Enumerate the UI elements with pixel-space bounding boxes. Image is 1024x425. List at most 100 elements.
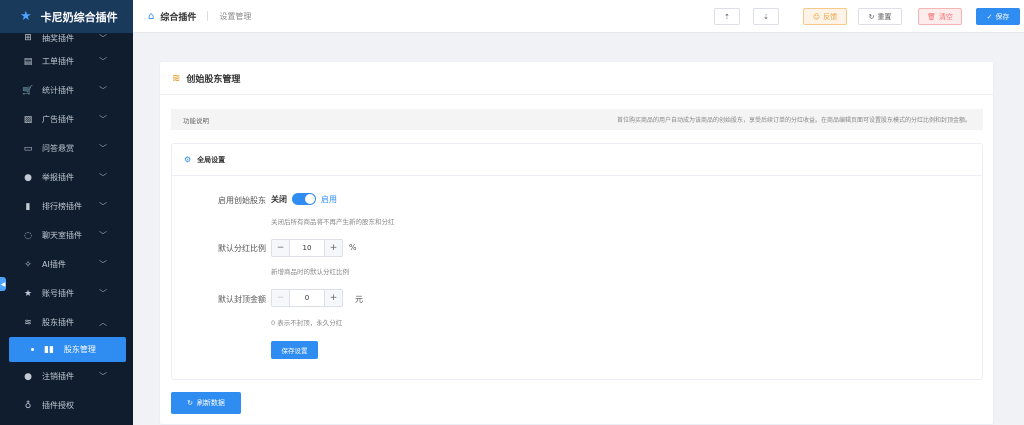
sidebar-subitem-shareholder-management[interactable]: ▮▮ 股东管理 — [9, 337, 126, 362]
key-icon: ♁ — [24, 400, 32, 411]
chevron-down-icon: ﹀ — [99, 86, 107, 95]
warning-icon: ● — [24, 172, 32, 183]
feedback-button[interactable]: ☺ 反馈 — [803, 8, 847, 25]
sidebar-item-label: AI插件 — [42, 260, 66, 269]
global-settings-title: 全局设置 — [197, 155, 226, 164]
reset-button[interactable]: ↻ 重置 — [858, 8, 902, 25]
chevron-down-icon: ﹀ — [99, 34, 107, 43]
database-icon: ≋ — [172, 72, 181, 84]
ratio-unit: % — [349, 243, 357, 252]
save-settings-button[interactable]: 保存设置 — [271, 341, 318, 359]
save-button[interactable]: ✓ 保存 — [976, 8, 1020, 25]
feature-description: 功能说明 首位购买商品的用户自动成为该商品的创始股东，享受后续订单的分红收益。在… — [171, 109, 983, 130]
ratio-label: 默认分红比例 — [218, 244, 266, 253]
cap-unit: 元 — [355, 295, 363, 304]
sidebar-item-after-1[interactable]: ♁ 插件授权 — [0, 391, 133, 420]
sidebar-item-main-2[interactable]: 🛒 统计插件 ﹀ — [0, 76, 133, 105]
sidebar-item-label: 股东插件 — [42, 318, 74, 327]
refresh-label: 刷新数据 — [196, 399, 225, 407]
breadcrumb: ⌂ 综合插件 设置管理 — [133, 10, 251, 23]
app-brand[interactable]: ★ 卡尼奶综合插件 — [0, 0, 133, 33]
sidebar-item-main-5[interactable]: ● 举报插件 ﹀ — [0, 163, 133, 192]
collapse-sidebar-handle[interactable]: ◀ — [0, 277, 6, 291]
chevron-down-icon: ﹀ — [99, 202, 107, 211]
sidebar-item-main-6[interactable]: ▮ 排行榜插件 ﹀ — [0, 192, 133, 221]
sidebar-item-label: 抽奖插件 — [42, 34, 74, 43]
upload-button[interactable]: ⇡ — [714, 8, 740, 25]
save-label: 保存 — [995, 12, 1010, 21]
sidebar-item-main-10[interactable]: ≋ 股东插件 ︿ — [0, 308, 133, 337]
bar-chart-icon: ▮ — [25, 201, 31, 212]
ai-icon: ✧ — [24, 259, 32, 270]
cap-input[interactable]: 0 — [290, 290, 324, 306]
sidebar-subitem-label: 股东管理 — [63, 345, 96, 354]
database-icon: ≋ — [24, 317, 32, 328]
clear-button[interactable]: 🗑 清空 — [918, 8, 962, 25]
star-icon: ★ — [23, 288, 33, 299]
refresh-data-button[interactable]: ↻ 刷新数据 — [171, 392, 241, 414]
sidebar-item-main-8[interactable]: ✧ AI插件 ﹀ — [0, 250, 133, 279]
sidebar-item-label: 工单插件 — [42, 57, 74, 66]
ratio-stepper: − 10 + — [271, 239, 343, 257]
cap-decrement-button[interactable]: − — [272, 290, 290, 306]
breadcrumb-current: 设置管理 — [219, 11, 252, 21]
enable-hint: 关闭后所有商品将不再产生新的股东和分红 — [271, 218, 395, 226]
reset-icon: ↻ — [868, 12, 875, 21]
user-icon: ● — [24, 371, 32, 382]
chevron-down-icon: ﹀ — [99, 372, 107, 381]
feedback-icon: ☺ — [812, 12, 821, 21]
chevron-down-icon: ﹀ — [99, 144, 107, 153]
chevron-down-icon: ﹀ — [99, 260, 107, 269]
download-button[interactable]: ⇣ — [753, 8, 779, 25]
toggle-knob — [305, 194, 315, 204]
cap-label: 默认封顶金额 — [218, 295, 266, 304]
download-icon: ⇣ — [763, 12, 769, 21]
chevron-down-icon: ﹀ — [99, 57, 107, 66]
sidebar-item-main-1[interactable]: ▤ 工单插件 ﹀ — [0, 47, 133, 76]
sidebar-menu: ⊞ 抽奖插件 ﹀ ▤ 工单插件 ﹀ 🛒 统计插件 ﹀ ▨ 广告插件 ﹀ ▭ 问答悬赏 ﹀ ● 举报插件 ﹀ ▮ 排行榜… — [0, 33, 133, 420]
sidebar-item-label: 排行榜插件 — [42, 202, 82, 211]
cap-increment-button[interactable]: + — [324, 290, 342, 306]
reset-label: 重置 — [877, 12, 892, 21]
sidebar-item-label: 统计插件 — [42, 86, 74, 95]
sidebar-item-label: 问答悬赏 — [42, 144, 74, 153]
ratio-decrement-button[interactable]: − — [272, 240, 290, 256]
sidebar-item-main-7[interactable]: ◌ 聊天室插件 ﹀ — [0, 221, 133, 250]
switch-on-label[interactable]: 启用 — [321, 194, 337, 205]
star-logo-icon: ★ — [20, 9, 32, 24]
chevron-down-icon: ﹀ — [99, 231, 107, 240]
check-icon: ✓ — [986, 12, 993, 21]
app-title: 卡尼奶综合插件 — [40, 10, 118, 24]
home-icon[interactable]: ⌂ — [148, 11, 154, 22]
sidebar: ★ 卡尼奶综合插件 ⊞ 抽奖插件 ﹀ ▤ 工单插件 ﹀ 🛒 统计插件 ﹀ ▨ 广告插件 ﹀ ▭ 问答悬赏 ﹀… — [0, 0, 133, 425]
chevron-up-icon: ︿ — [99, 318, 107, 327]
ratio-input[interactable]: 10 — [290, 240, 324, 256]
sidebar-item-label: 广告插件 — [42, 115, 74, 124]
sidebar-item-main-4[interactable]: ▭ 问答悬赏 ﹀ — [0, 134, 133, 163]
sidebar-item-main-0[interactable]: ⊞ 抽奖插件 ﹀ — [0, 33, 133, 47]
global-settings-card: ⚙ 全局设置 启用创始股东 关闭 启用 关闭后所有商品将不再产生新的股东和分红 … — [171, 143, 983, 380]
switch-off-label[interactable]: 关闭 — [271, 194, 287, 205]
chevron-down-icon: ﹀ — [99, 289, 107, 298]
breadcrumb-root[interactable]: 综合插件 — [160, 10, 196, 23]
sidebar-item-main-3[interactable]: ▨ 广告插件 ﹀ — [0, 105, 133, 134]
sidebar-item-main-9[interactable]: ★ 账号插件 ﹀ — [0, 279, 133, 308]
top-header: ⌂ 综合插件 设置管理 ⇡ ⇣ ☺ 反馈 ↻ 重置 🗑 清空 ✓ 保存 — [133, 0, 1024, 33]
gear-icon: ⚙ — [184, 155, 192, 164]
sidebar-item-label: 举报插件 — [42, 173, 74, 182]
enable-toggle[interactable] — [292, 193, 316, 205]
gift-icon: ⊞ — [24, 33, 32, 43]
global-settings-header: ⚙ 全局设置 — [172, 144, 982, 176]
ratio-increment-button[interactable]: + — [324, 240, 342, 256]
message-icon: ◌ — [24, 230, 32, 241]
enable-label: 启用创始股东 — [218, 196, 266, 205]
active-dot-icon — [31, 348, 34, 351]
breadcrumb-divider — [207, 11, 209, 21]
cap-stepper: − 0 + — [271, 289, 343, 307]
description-text: 首位购买商品的用户自动成为该商品的创始股东，享受后续订单的分红收益。在商品编辑页… — [616, 117, 971, 124]
sidebar-item-label: 插件授权 — [42, 401, 74, 410]
feedback-label: 反馈 — [823, 12, 838, 21]
cart-icon: 🛒 — [22, 85, 34, 96]
sidebar-item-after-0[interactable]: ● 注销插件 ﹀ — [0, 362, 133, 391]
description-label: 功能说明 — [183, 116, 209, 125]
